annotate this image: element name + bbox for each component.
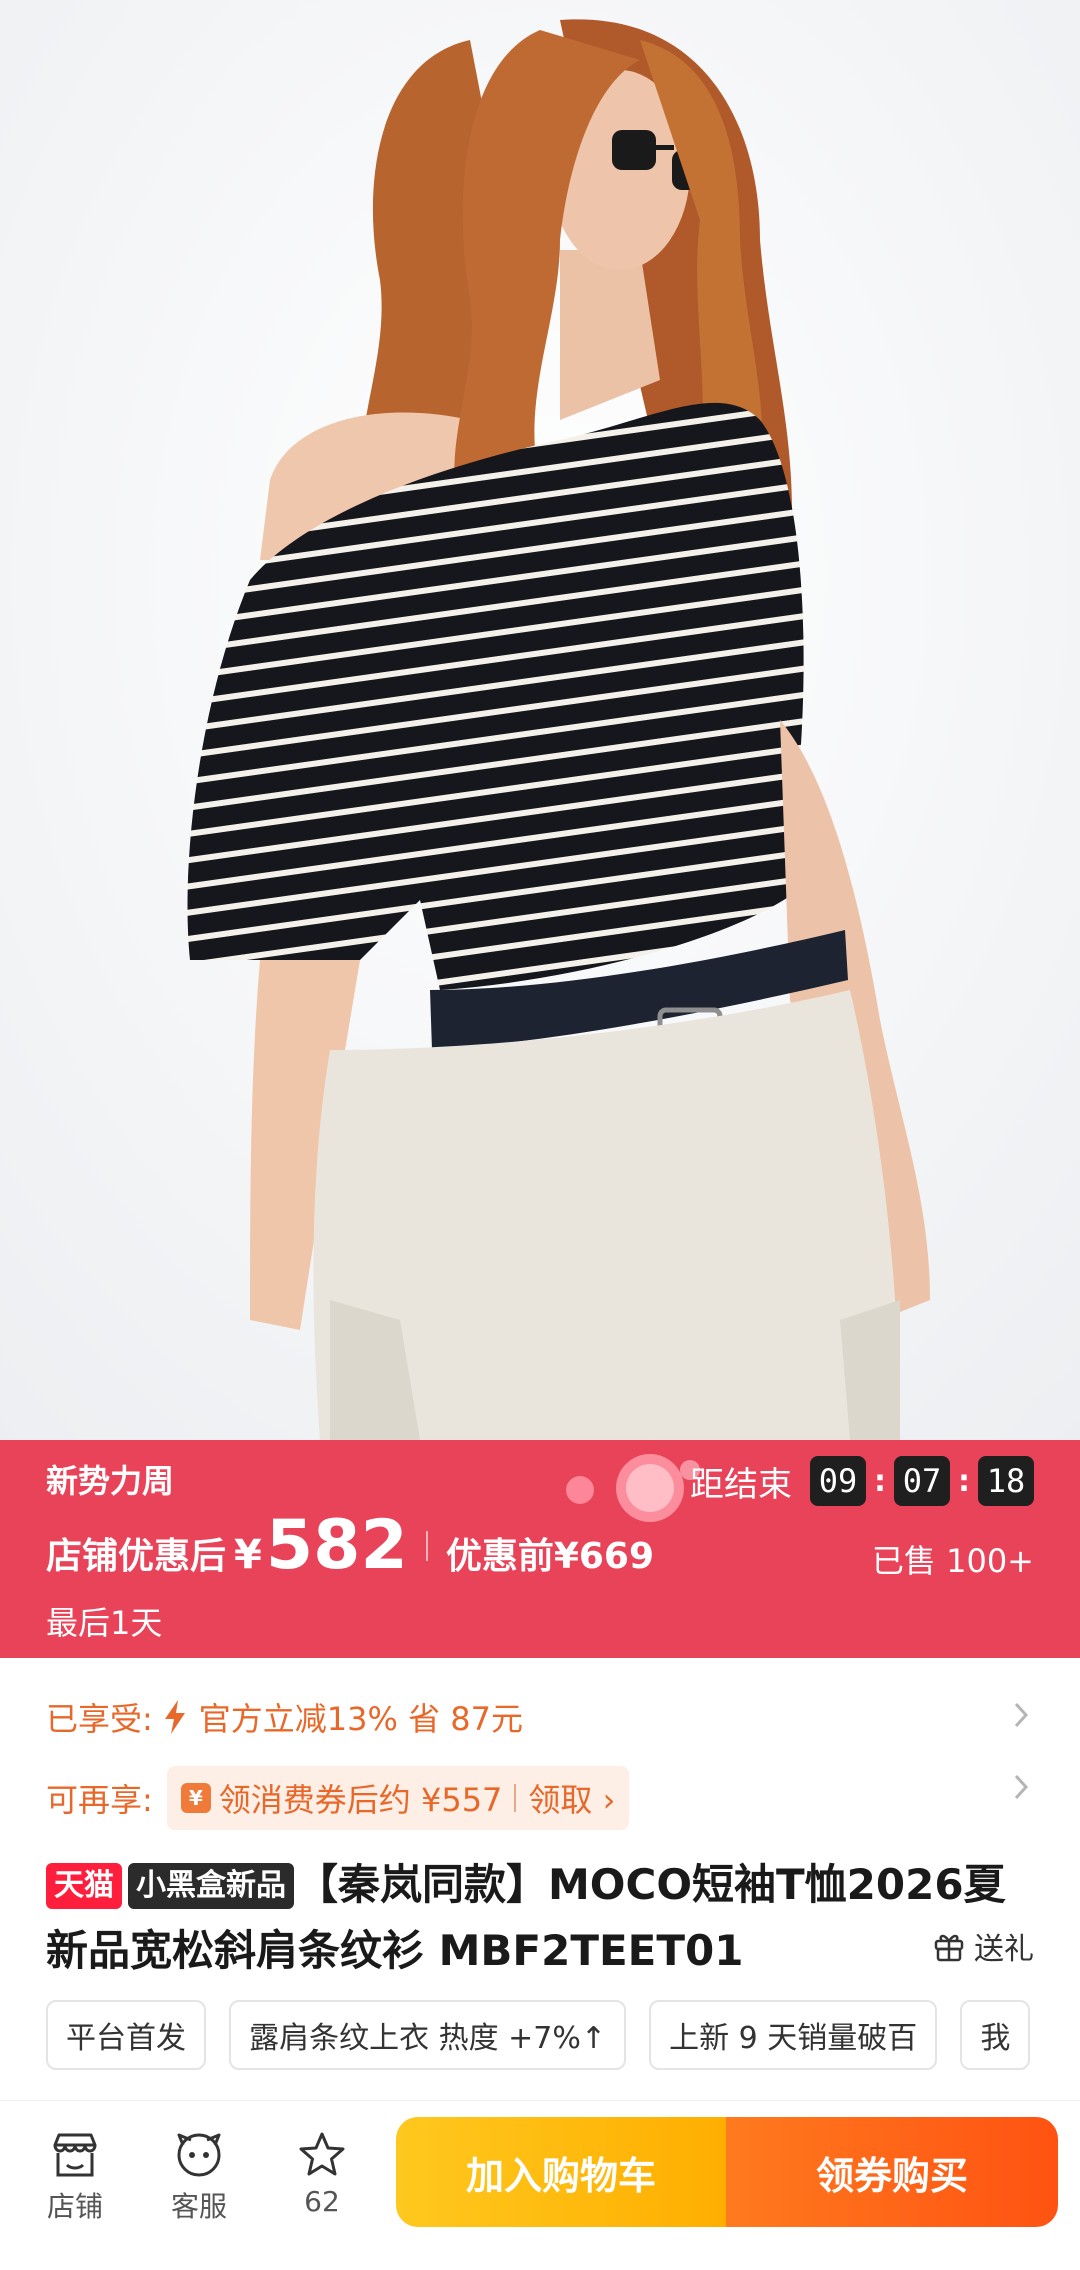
lightning-icon [164,1700,185,1734]
chip-sales-milestone[interactable]: 上新 9 天销量破百 [649,2000,938,2070]
price-currency: ¥ [234,1532,262,1578]
add-to-cart-button[interactable]: 加入购物车 [396,2117,726,2227]
price-divider [425,1531,428,1561]
star-icon [299,2132,345,2176]
sold-count: 已售 100+ [871,1542,1034,1580]
favorite-count: 62 [304,2185,340,2218]
coupon-divider [514,1784,517,1812]
customer-service-button[interactable]: 客服 [154,2131,244,2225]
enjoyed-label: 已享受: [46,1700,153,1738]
countdown-label: 距结束 [690,1464,792,1505]
countdown-separator: : [874,1463,886,1499]
chip-more[interactable]: 我 [960,2000,1031,2070]
favorite-button[interactable]: 62 [277,2131,367,2218]
feature-chips: 平台首发 露肩条纹上衣 热度 +7%↑ 上新 9 天销量破百 我 [46,2000,1080,2070]
countdown-seconds: 18 [978,1456,1034,1506]
price-label: 店铺优惠后 [46,1536,227,1577]
gift-button[interactable]: 送礼 [932,1924,1034,1968]
product-title: 天猫 小黑盒新品 【秦岚同款】MOCO短袖T恤2026夏新品宽松斜肩条纹衫 MBF2… [46,1852,1040,1984]
promo-banner: 新势力周 距结束 09 : 07 : 18 店铺优惠后 ¥ 582 优惠前¥66… [0,1440,1080,1658]
bottom-action-bar: 店铺 客服 62 加入购物车 领券购买 [0,2100,1080,2270]
tmall-badge: 天猫 [46,1863,122,1909]
countdown-minutes: 07 [894,1456,950,1506]
chip-platform-first[interactable]: 平台首发 [46,2000,206,2070]
coupon-yen-icon: ¥ [180,1783,211,1813]
store-nav-button[interactable]: 店铺 [30,2131,120,2225]
last-day-note: 最后1天 [46,1604,163,1642]
claim-coupon-button[interactable]: 领取 › [528,1775,615,1821]
gift-icon [934,1934,964,1962]
customer-service-label: 客服 [170,2190,227,2223]
chip-trending[interactable]: 露肩条纹上衣 热度 +7%↑ [229,2000,627,2070]
available-benefit-row[interactable]: 可再享: ¥ 领消费券后约 ¥557 领取 › [46,1766,1034,1830]
countdown-hours: 09 [810,1456,866,1506]
chevron-right-icon [1014,1774,1029,1800]
available-label: 可再享: [46,1781,153,1819]
price-value: 582 [265,1506,408,1585]
model-illustration [0,0,1080,1440]
store-icon [53,2133,97,2177]
coupon-text: 领消费券后约 ¥557 [218,1781,503,1819]
store-label: 店铺 [46,2190,103,2223]
countdown-separator: : [958,1463,970,1499]
countdown: 距结束 09 : 07 : 18 [690,1456,1034,1506]
original-price: 优惠前¥669 [445,1536,655,1577]
product-hero-image[interactable] [0,0,1080,1440]
blackbox-new-badge: 小黑盒新品 [128,1863,294,1909]
coupon-buy-button[interactable]: 领券购买 [726,2117,1058,2227]
coupon-chip[interactable]: ¥ 领消费券后约 ¥557 领取 › [166,1766,630,1830]
chevron-right-icon [1014,1702,1029,1728]
promo-event-name: 新势力周 [46,1462,175,1500]
customer-service-icon [177,2133,221,2177]
price-row: 店铺优惠后 ¥ 582 优惠前¥669 [46,1512,654,1580]
enjoyed-text: 官方立减13% 省 87元 [198,1700,523,1738]
gift-label: 送礼 [974,1932,1034,1967]
enjoyed-benefit-row[interactable]: 已享受: 官方立减13% 省 87元 [46,1694,1034,1740]
